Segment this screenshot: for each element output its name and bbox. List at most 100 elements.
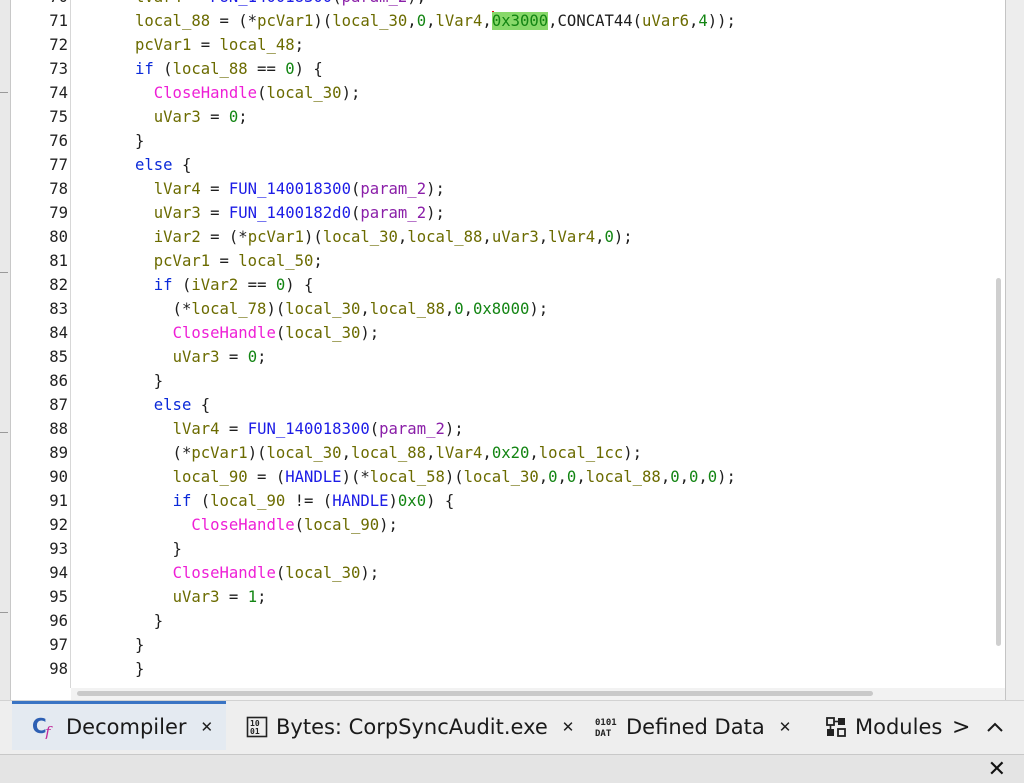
panel-edge-mark	[0, 612, 8, 613]
code-token[interactable]: pcVar1	[248, 228, 304, 246]
code-token[interactable]: CloseHandle	[173, 324, 276, 342]
code-token[interactable]: param_2	[360, 180, 426, 198]
tab-modules[interactable]: Modules	[825, 701, 942, 753]
code-token[interactable]: local_30	[323, 228, 398, 246]
vertical-scrollbar[interactable]	[993, 0, 1005, 688]
code-token: (	[153, 60, 173, 78]
code-token[interactable]: HANDLE	[332, 492, 388, 510]
code-token[interactable]: local_90	[210, 492, 285, 510]
code-token[interactable]: CloseHandle	[173, 564, 276, 582]
code-token[interactable]: local_90	[304, 516, 379, 534]
code-line: }	[135, 129, 144, 153]
code-token[interactable]: local_30	[285, 324, 360, 342]
code-token: }	[135, 372, 164, 390]
code-token[interactable]: FUN_140018300	[210, 0, 332, 6]
close-tab-icon[interactable]: ✕	[779, 718, 792, 736]
code-token[interactable]: lVar4	[173, 420, 220, 438]
code-token: 4	[698, 12, 708, 30]
line-number: 84	[49, 324, 68, 342]
tab-defined-data[interactable]: 0101 DAT Defined Data ✕	[594, 701, 791, 753]
code-line: CloseHandle(local_30);	[135, 561, 380, 585]
code-token: (*	[135, 300, 192, 318]
chevron-right-icon[interactable]: >	[952, 715, 970, 740]
code-token[interactable]: local_30	[464, 468, 539, 486]
code-token[interactable]: local_88	[407, 228, 482, 246]
code-token: ,	[341, 444, 351, 462]
code-token[interactable]: local_30	[332, 12, 407, 30]
code-token[interactable]: local_30	[285, 300, 360, 318]
code-token[interactable]: lVar4	[548, 228, 595, 246]
code-token: ,	[576, 468, 586, 486]
code-token[interactable]: local_58	[370, 468, 445, 486]
code-token[interactable]: iVar2	[191, 276, 238, 294]
highlighted-token[interactable]: 0x3000	[491, 12, 549, 30]
line-number: 95	[49, 588, 68, 606]
code-token: ;	[257, 588, 267, 606]
chevron-up-icon[interactable]	[986, 721, 1004, 733]
status-bar: ✕	[0, 754, 1024, 783]
code-token: = (	[247, 468, 286, 486]
vertical-scrollbar-thumb[interactable]	[996, 278, 1001, 646]
code-token[interactable]: local_1cc	[539, 444, 624, 462]
code-token[interactable]: iVar2	[154, 228, 201, 246]
code-token[interactable]: uVar3	[173, 348, 220, 366]
code-token[interactable]: local_88	[586, 468, 661, 486]
tab-decompiler[interactable]: C f Decompiler ✕	[12, 701, 226, 750]
code-token[interactable]: param_2	[379, 420, 445, 438]
code-token: ,CONCAT44(	[548, 12, 643, 30]
horizontal-scrollbar-thumb[interactable]	[77, 691, 873, 696]
close-icon[interactable]: ✕	[988, 757, 1006, 782]
code-token[interactable]: CloseHandle	[154, 84, 257, 102]
code-token[interactable]: pcVar1	[154, 252, 210, 270]
code-token[interactable]: local_90	[173, 468, 248, 486]
code-token[interactable]: local_88	[173, 60, 248, 78]
code-token[interactable]: FUN_140018300	[248, 420, 370, 438]
code-token[interactable]: pcVar1	[191, 444, 247, 462]
code-token: );	[407, 0, 426, 6]
line-number: 86	[49, 372, 68, 390]
code-token[interactable]: uVar3	[173, 588, 220, 606]
code-token: (	[191, 492, 211, 510]
code-token[interactable]: param_2	[360, 204, 426, 222]
code-token[interactable]: local_30	[266, 84, 341, 102]
code-token: 0	[247, 348, 258, 366]
code-token[interactable]: local_48	[220, 36, 295, 54]
code-token: );	[529, 300, 549, 318]
code-token[interactable]: FUN_140018300	[229, 180, 351, 198]
code-token[interactable]: HANDLE	[285, 468, 341, 486]
code-token[interactable]: FUN_1400182d0	[229, 204, 351, 222]
code-token[interactable]: local_50	[238, 252, 313, 270]
code-token[interactable]: local_88	[370, 300, 445, 318]
code-token[interactable]: pcVar1	[135, 36, 191, 54]
decompiler-code-view[interactable]: lVar4 = FUN_140018300(param_2);local_88 …	[71, 0, 1005, 688]
tab-bytes[interactable]: 10 01 Bytes: CorpSyncAudit.exe ✕	[246, 701, 574, 753]
code-token: 0	[285, 60, 295, 78]
horizontal-scrollbar[interactable]	[71, 688, 1005, 700]
code-token[interactable]: pcVar1	[257, 12, 313, 30]
code-token[interactable]: lVar4	[135, 0, 182, 6]
code-token: }	[135, 660, 145, 678]
code-token[interactable]: local_30	[266, 444, 341, 462]
code-token[interactable]: lVar4	[435, 12, 482, 30]
code-token[interactable]: lVar4	[154, 180, 201, 198]
svg-text:0101: 0101	[595, 718, 617, 728]
code-token[interactable]: local_88	[135, 12, 210, 30]
code-token[interactable]: local_30	[285, 564, 360, 582]
close-tab-icon[interactable]: ✕	[562, 718, 575, 736]
code-token[interactable]: lVar4	[435, 444, 482, 462]
code-token[interactable]: uVar3	[154, 204, 201, 222]
code-token[interactable]: local_88	[351, 444, 426, 462]
code-token: )(	[304, 228, 323, 246]
code-token[interactable]: uVar6	[642, 12, 689, 30]
code-token[interactable]: local_78	[191, 300, 266, 318]
code-token[interactable]: CloseHandle	[191, 516, 294, 534]
code-token[interactable]: uVar3	[154, 108, 201, 126]
close-tab-icon[interactable]: ✕	[201, 718, 214, 736]
line-number: 76	[49, 132, 68, 150]
code-token[interactable]: uVar3	[492, 228, 539, 246]
code-token: if	[135, 60, 154, 78]
code-token[interactable]: param_2	[342, 0, 408, 6]
